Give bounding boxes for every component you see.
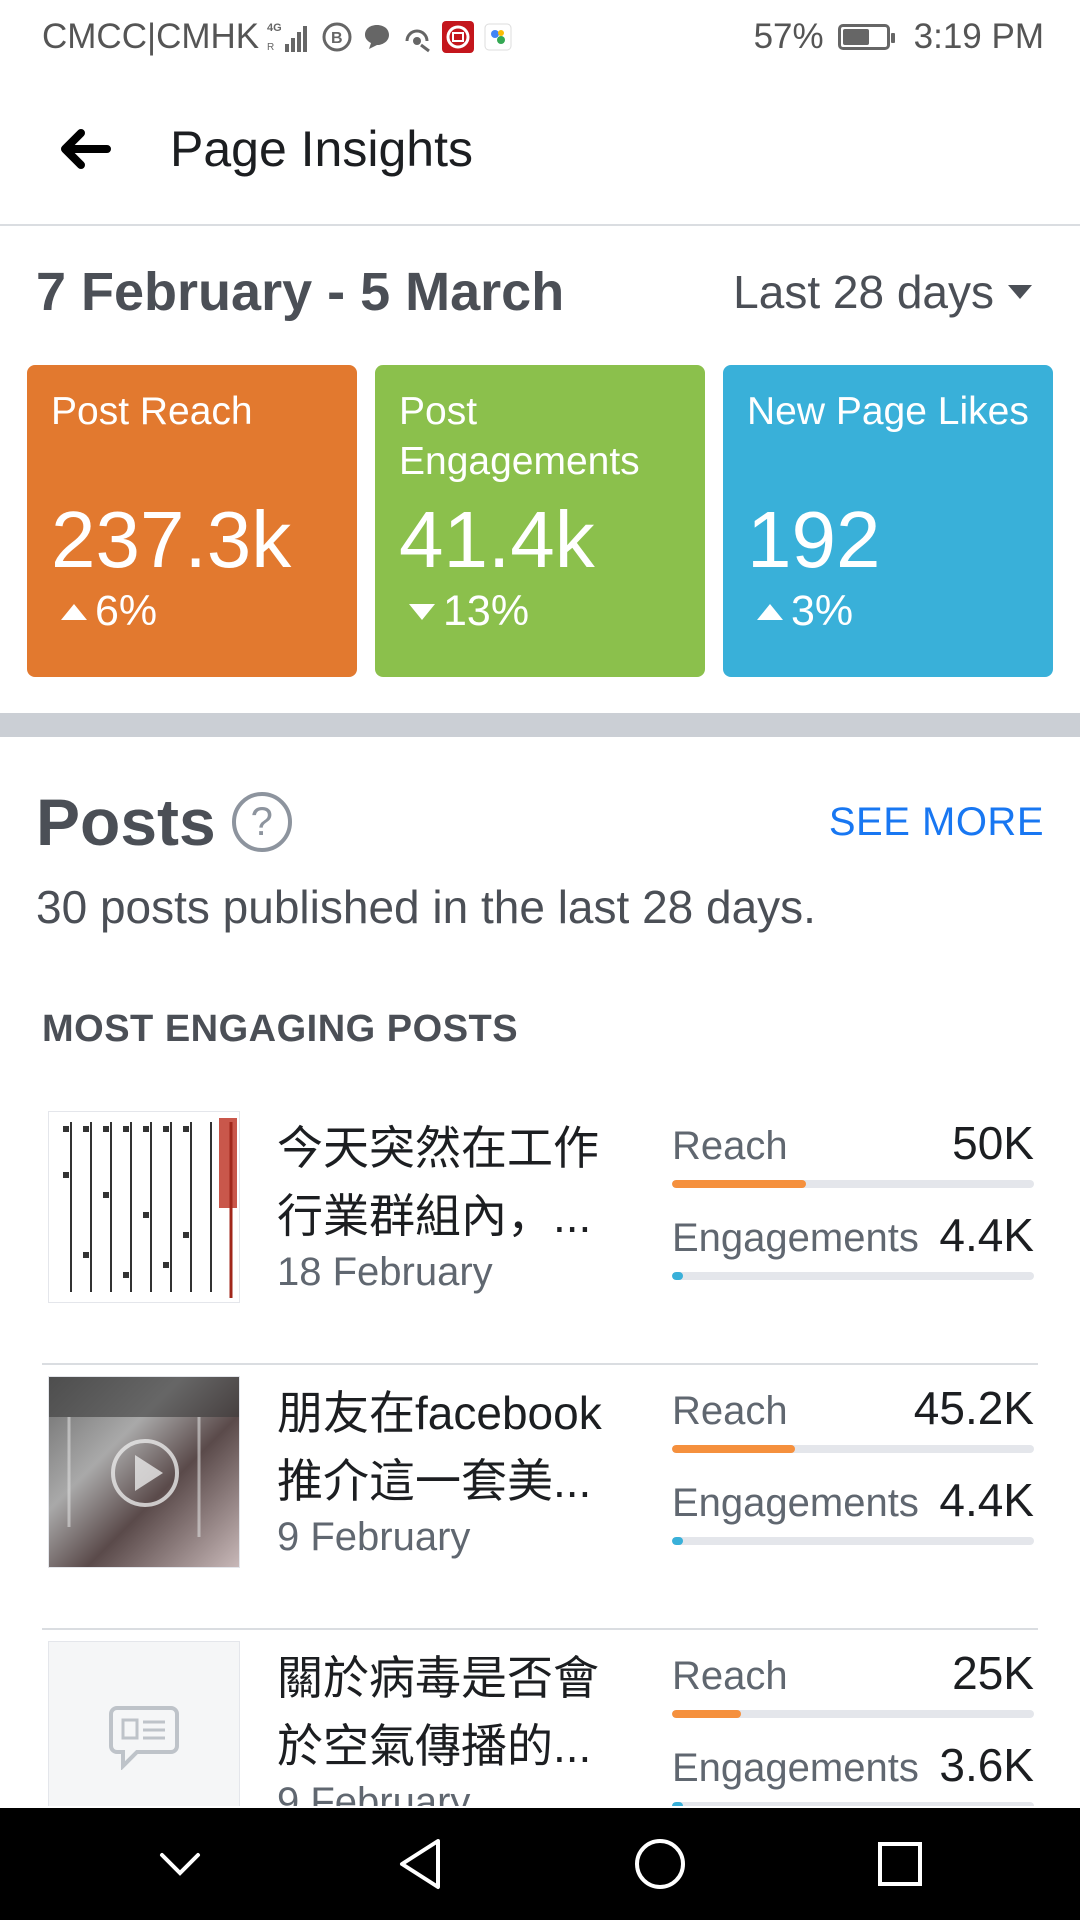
metric-change-value: 3%: [791, 587, 854, 635]
post-row[interactable]: 朋友在facebook推介這一套美... 9 February Reach 45…: [42, 1365, 1038, 1630]
app-header: Page Insights: [0, 74, 1080, 226]
reach-label: Reach: [672, 1124, 788, 1168]
reach-bar: [672, 1445, 1034, 1453]
engagements-value: 4.4K: [939, 1474, 1034, 1526]
metric-card-post-reach[interactable]: Post Reach 237.3k 6%: [27, 365, 357, 677]
hotspot-icon: [401, 21, 433, 53]
post-thumbnail: [48, 1641, 240, 1806]
post-title: 關於病毒是否會於空氣傳播的...: [277, 1652, 599, 1772]
chat-notification-icon: [361, 21, 393, 53]
metric-label: Post Engagements: [399, 390, 640, 483]
metric-value: 237.3k: [51, 495, 292, 584]
hide-keyboard-button[interactable]: [125, 1809, 235, 1919]
posts-header: Posts ? SEE MORE: [36, 780, 1044, 864]
metric-card-post-engagements[interactable]: Post Engagements 41.4k 13%: [375, 365, 705, 677]
bank-app-icon: [441, 20, 475, 54]
clock: 3:19 PM: [913, 17, 1044, 56]
caret-down-icon: [1008, 285, 1032, 299]
engagements-bar: [672, 1272, 1034, 1280]
b-notification-icon: B: [321, 21, 353, 53]
post-date: 18 February: [277, 1250, 493, 1294]
most-engaging-heading: MOST ENGAGING POSTS: [42, 1008, 519, 1050]
page-title: Page Insights: [170, 121, 473, 177]
post-date: 9 February: [277, 1780, 471, 1806]
signal-icon: 4G R: [267, 20, 313, 54]
carrier-label: CMCC|CMHK: [42, 17, 260, 56]
engagements-value: 4.4K: [939, 1209, 1034, 1261]
post-list: 今天突然在工作行業群組內，... 18 February Reach 50K E…: [42, 1100, 1038, 1806]
metric-change-value: 6%: [95, 587, 158, 635]
post-text: 朋友在facebook推介這一套美... 9 February: [277, 1379, 637, 1560]
metric-change: 6%: [51, 587, 333, 636]
recents-square-icon: [878, 1842, 922, 1886]
section-divider: [0, 713, 1080, 737]
post-date: 9 February: [277, 1515, 471, 1559]
nav-back-button[interactable]: [365, 1809, 475, 1919]
reach-bar: [672, 1710, 1034, 1718]
reach-label: Reach: [672, 1389, 788, 1433]
trend-up-icon: [757, 603, 783, 620]
reach-label: Reach: [672, 1654, 788, 1698]
post-row[interactable]: 關於病毒是否會於空氣傳播的... 9 February Reach 25K En…: [42, 1630, 1038, 1806]
metric-value: 192: [747, 495, 881, 584]
post-title: 今天突然在工作行業群組內，...: [277, 1122, 599, 1242]
date-range-label: 7 February - 5 March: [36, 262, 565, 322]
trend-down-icon: [409, 603, 435, 620]
back-arrow-icon: [61, 129, 111, 169]
engagements-label: Engagements: [672, 1746, 919, 1790]
engagements-bar: [672, 1802, 1034, 1806]
reach-value: 45.2K: [913, 1382, 1034, 1434]
text-post-icon: [109, 1706, 179, 1770]
posts-title: Posts: [36, 785, 216, 859]
svg-text:R: R: [267, 42, 274, 53]
reach-value: 25K: [952, 1647, 1034, 1699]
post-stats: Reach 25K Engagements 3.6K: [672, 1646, 1034, 1806]
reach-bar: [672, 1180, 1034, 1188]
engagements-label: Engagements: [672, 1481, 919, 1525]
post-stats: Reach 50K Engagements 4.4K: [672, 1116, 1034, 1300]
reach-value: 50K: [952, 1117, 1034, 1169]
see-more-link[interactable]: SEE MORE: [829, 800, 1044, 845]
date-range-row: 7 February - 5 March Last 28 days: [0, 228, 1080, 356]
post-row[interactable]: 今天突然在工作行業群組內，... 18 February Reach 50K E…: [42, 1100, 1038, 1365]
post-title: 朋友在facebook推介這一套美...: [277, 1387, 602, 1507]
back-button[interactable]: [36, 101, 132, 197]
svg-text:B: B: [331, 30, 343, 47]
help-icon[interactable]: ?: [231, 792, 292, 852]
post-stats: Reach 45.2K Engagements 4.4K: [672, 1381, 1034, 1565]
metric-value: 41.4k: [399, 495, 595, 584]
post-text: 今天突然在工作行業群組內，... 18 February: [277, 1114, 637, 1295]
date-range-selector[interactable]: Last 28 days: [733, 265, 1034, 319]
nav-recents-button[interactable]: [845, 1809, 955, 1919]
metric-change-value: 13%: [443, 587, 530, 635]
date-range-selector-label: Last 28 days: [733, 266, 994, 318]
metric-card-new-page-likes[interactable]: New Page Likes 192 3%: [723, 365, 1053, 677]
battery-percent: 57%: [753, 17, 824, 56]
battery-icon: [837, 24, 895, 50]
post-thumbnail: [48, 1111, 240, 1303]
status-bar: CMCC|CMHK 4G R B 57% 3:19 PM: [0, 0, 1080, 74]
engagements-label: Engagements: [672, 1216, 919, 1260]
metric-cards: Post Reach 237.3k 6% Post Engagements 41…: [27, 365, 1053, 677]
trend-up-icon: [61, 603, 87, 620]
nav-home-button[interactable]: [605, 1809, 715, 1919]
metric-change: 13%: [399, 587, 681, 636]
chevron-down-icon: [160, 1853, 200, 1876]
engagements-bar: [672, 1537, 1034, 1545]
post-thumbnail: [48, 1376, 240, 1568]
svg-text:4G: 4G: [267, 22, 282, 34]
colorful-app-icon: [483, 22, 513, 52]
posts-summary: 30 posts published in the last 28 days.: [36, 881, 816, 933]
system-nav-bar: [0, 1808, 1080, 1920]
metric-label: New Page Likes: [747, 390, 1029, 433]
back-triangle-icon: [400, 1839, 440, 1889]
engagements-value: 3.6K: [939, 1739, 1034, 1791]
home-circle-icon: [635, 1839, 685, 1889]
metric-change: 3%: [747, 587, 1029, 636]
post-text: 關於病毒是否會於空氣傳播的... 9 February: [277, 1644, 637, 1806]
metric-label: Post Reach: [51, 390, 253, 433]
